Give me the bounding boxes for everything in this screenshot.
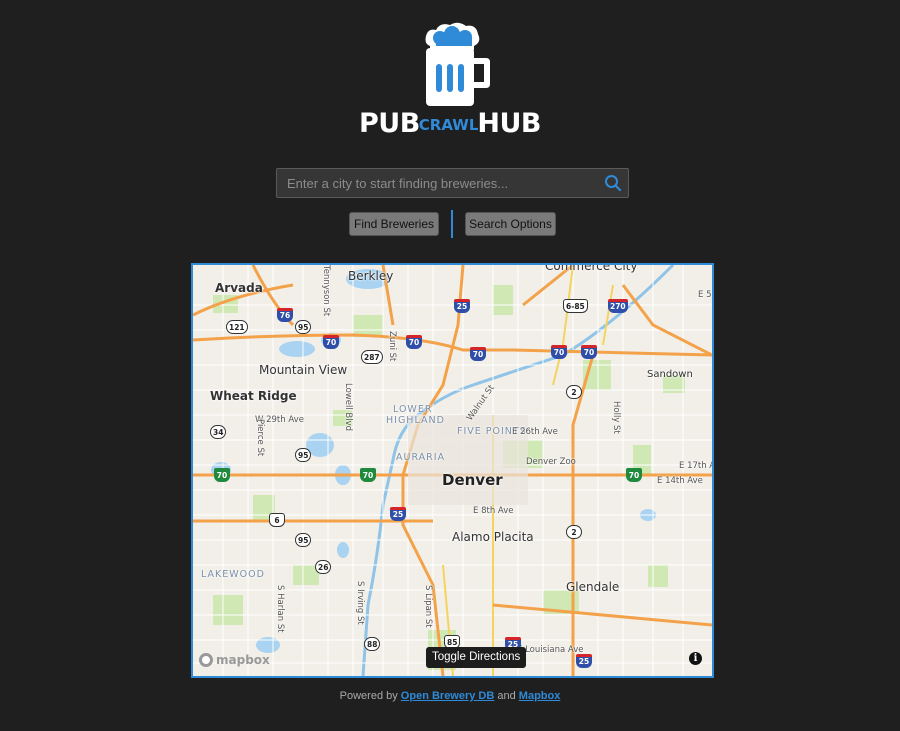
footer: Powered by Open Brewery DB and Mapbox xyxy=(0,690,900,702)
shield-i70: 70 xyxy=(323,335,339,349)
map-label-glendale: Glendale xyxy=(566,580,620,594)
street-e5: E 5 xyxy=(698,290,712,300)
map-label-wheat-ridge: Wheat Ridge xyxy=(210,389,297,403)
shield-i270: 270 xyxy=(608,299,628,313)
shield-i70: 70 xyxy=(581,345,597,359)
street-tennyson: Tennyson St xyxy=(321,265,331,317)
mapbox-logo-text: mapbox xyxy=(216,653,270,667)
shield-i70: 70 xyxy=(470,347,486,361)
map-label-arvada: Arvada xyxy=(215,281,263,295)
logo-pub: PUB xyxy=(358,108,420,139)
shield-co-287: 287 xyxy=(361,350,383,364)
street-zuni: Zuni St xyxy=(387,331,397,362)
map-label-lakewood: LAKEWOOD xyxy=(201,569,265,580)
shield-i25: 25 xyxy=(576,654,592,668)
shield-i25: 25 xyxy=(390,507,406,521)
map-label-mountain-view: Mountain View xyxy=(259,363,348,377)
street-s-lipan: S Lipan St xyxy=(423,585,433,628)
search-input[interactable] xyxy=(277,169,597,197)
search-options-button[interactable]: Search Options xyxy=(465,212,556,236)
info-icon[interactable]: i xyxy=(689,652,702,665)
map-label-denver: Denver xyxy=(442,471,503,489)
search-icon[interactable] xyxy=(604,174,622,192)
search-bar xyxy=(276,168,629,198)
map-label-commerce-city: Commerce City xyxy=(545,263,638,273)
street-lowell: Lowell Blvd xyxy=(343,383,353,432)
map-label-alamo-placita: Alamo Placita xyxy=(452,530,534,544)
shield-i70-business: 70 xyxy=(360,468,376,482)
mapbox-link[interactable]: Mapbox xyxy=(519,690,561,702)
shield-co-2: 2 xyxy=(566,525,582,539)
shield-co-95: 95 xyxy=(295,533,312,547)
shield-us-6-85: 6-85 xyxy=(563,299,588,313)
street-pierce: Pierce St xyxy=(255,419,265,457)
logo-wordmark: PUBCRAWLHUB xyxy=(0,108,900,139)
mapbox-ring-icon xyxy=(199,653,213,667)
shield-co-121: 121 xyxy=(226,320,248,334)
map-label-auraria: AURARIA xyxy=(396,452,446,463)
toggle-directions-button[interactable]: Toggle Directions xyxy=(426,647,527,668)
map-label-sandown: Sandown xyxy=(647,369,693,380)
shield-co-2: 2 xyxy=(566,385,582,399)
street-s-harlan: S Harlan St xyxy=(275,585,285,633)
shield-i70-business: 70 xyxy=(626,468,642,482)
footer-middle: and xyxy=(494,690,519,702)
street-e17th: E 17th Ave xyxy=(679,461,712,471)
shield-i70: 70 xyxy=(551,345,567,359)
map-label-denver-zoo: Denver Zoo xyxy=(526,457,576,467)
logo-crawl: CRAWL xyxy=(418,116,479,134)
shield-us-6: 6 xyxy=(269,513,285,527)
find-breweries-button[interactable]: Find Breweries xyxy=(349,212,439,236)
open-brewery-db-link[interactable]: Open Brewery DB xyxy=(401,690,495,702)
button-divider xyxy=(451,210,453,238)
shield-i25: 25 xyxy=(454,299,470,313)
footer-prefix: Powered by xyxy=(339,690,401,702)
beer-mug-icon xyxy=(425,22,490,106)
shield-co-88: 88 xyxy=(364,637,381,651)
mapbox-logo[interactable]: mapbox xyxy=(199,653,270,667)
shield-i76: 76 xyxy=(277,308,293,322)
street-e14th: E 14th Ave xyxy=(657,476,703,486)
map-label-lower: LOWER xyxy=(393,404,433,415)
street-holly: Holly St xyxy=(611,401,621,434)
shield-co-95: 95 xyxy=(295,448,312,462)
shield-i70-business: 70 xyxy=(214,468,230,482)
shield-co-95: 95 xyxy=(295,320,312,334)
shield-co-26: 26 xyxy=(315,560,332,574)
street-e-louisiana: E Louisiana Ave xyxy=(517,645,584,655)
street-e26th: E 26th Ave xyxy=(512,427,558,437)
shield-i70: 70 xyxy=(406,335,422,349)
map[interactable]: Arvada Berkley Commerce City Mountain Vi… xyxy=(191,263,714,678)
street-e8th: E 8th Ave xyxy=(473,506,514,516)
street-s-irving: S Irving St xyxy=(355,581,365,625)
map-label-highland: HIGHLAND xyxy=(386,415,445,426)
map-label-berkley: Berkley xyxy=(348,269,394,283)
shield-co-34: 34 xyxy=(210,425,227,439)
logo-hub: HUB xyxy=(477,108,541,139)
